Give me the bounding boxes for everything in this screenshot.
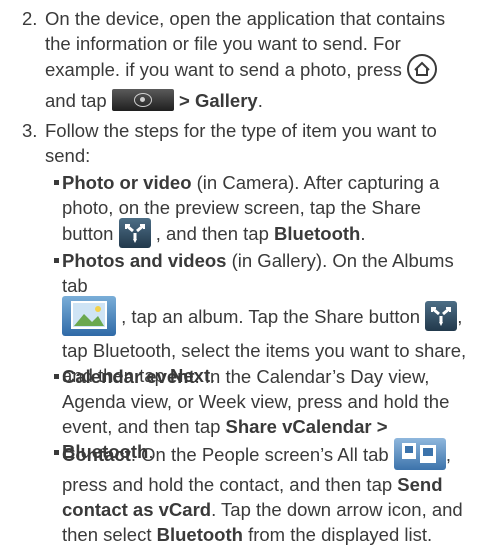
share-vcalendar-label: Share vCalendar (225, 416, 372, 437)
share-icon (425, 301, 458, 331)
bullet-dot (54, 258, 59, 263)
bullet-text: press and hold the contact, and then tap (62, 474, 393, 495)
send-label: Send (397, 474, 443, 495)
step-2-line-2: the information or file you want to send… (45, 33, 401, 54)
bullet-text: event, and then tap (62, 416, 221, 437)
bullet-dot (54, 180, 59, 185)
bullet-text: (in Camera). After capturing a (196, 172, 440, 193)
step-3-line-1: Follow the steps for the type of item yo… (45, 120, 437, 141)
period: . (257, 90, 263, 111)
gt-symbol: > (376, 416, 388, 437)
step-2-line-1: On the device, open the application that… (45, 8, 446, 29)
share-icon (118, 218, 151, 248)
gt-symbol: > (179, 90, 190, 111)
bullet-dot (54, 450, 59, 455)
people-all-tab-icon (393, 438, 446, 470)
bullet-title: Contact (62, 443, 131, 465)
bullet-text: Agenda view, or Week view, press and hol… (62, 391, 450, 412)
bullet-text: , (457, 305, 463, 327)
bullet-text: , (445, 443, 451, 465)
bullet-dot (54, 374, 59, 379)
step-2-line-3: example. if you want to send a photo, pr… (45, 54, 477, 86)
albums-tab-icon (62, 296, 116, 336)
all-apps-key-icon (111, 89, 174, 112)
bluetooth-label: Bluetooth (274, 222, 361, 244)
bullet-text: button (62, 222, 114, 244)
bullet-text: . Tap the down arrow icon, and (211, 499, 463, 520)
bullet-text: then select (62, 524, 152, 545)
bullet-title: Calendar event (62, 366, 195, 387)
gallery-label: Gallery (194, 90, 258, 111)
contact-as-vcard-label: contact as vCard (62, 499, 212, 520)
bullet-text: photo, on the preview screen, tap the Sh… (62, 197, 421, 218)
step-number: 2. (22, 8, 38, 29)
step-3: 3. Follow the steps for the type of item… (22, 118, 477, 168)
bullet-text: . In the Calendar’s Day view, (194, 366, 430, 387)
step-2-line-3-text: example. if you want to send a photo, pr… (45, 58, 402, 80)
step-number: 3. (22, 120, 38, 141)
bullet-text: . On the People screen’s All tab (130, 443, 389, 465)
bluetooth-label: Bluetooth (156, 524, 243, 545)
bullet-text: tap Bluetooth, select the items you want… (62, 340, 467, 361)
step-3-line-2: send: (45, 145, 91, 166)
bullet-text: from the displayed list. (248, 524, 433, 545)
step-2-line-4: and tap > Gallery. (45, 88, 477, 113)
bullet-title: Photos and videos (62, 250, 227, 271)
bullet-title: Photo or video (62, 172, 192, 193)
bullet-text: , tap an album. Tap the Share button (121, 305, 421, 327)
period: . (360, 222, 366, 244)
and-tap-text: and tap (45, 90, 107, 111)
instruction-page: 2. On the device, open the application t… (0, 0, 485, 545)
bullet-text: , and then tap (155, 222, 269, 244)
bullet-photo-or-video: Photo or video (in Camera). After captur… (54, 170, 478, 250)
step-2: 2. On the device, open the application t… (22, 6, 477, 113)
bullet-contact: Contact. On the People screen’s All tab … (54, 438, 478, 547)
home-icon (407, 54, 437, 84)
